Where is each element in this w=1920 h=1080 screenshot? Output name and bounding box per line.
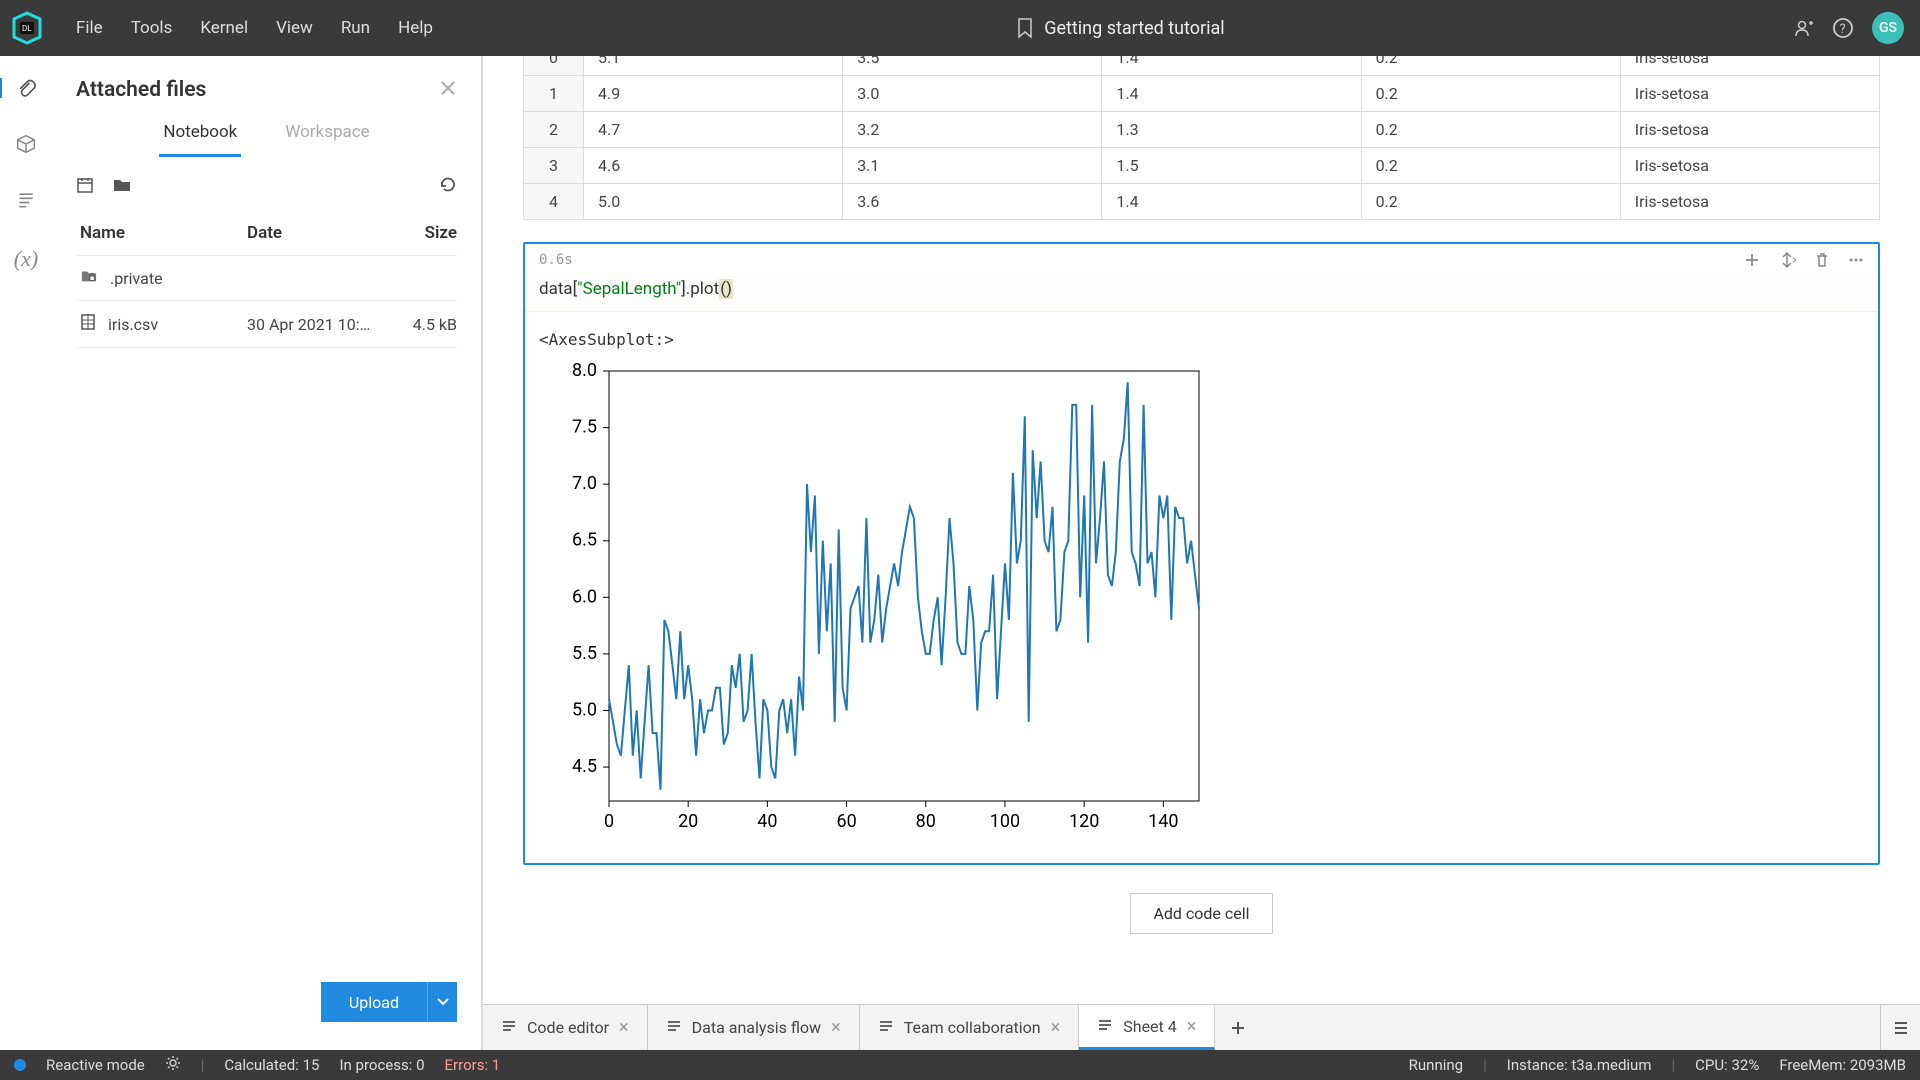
status-calculated: Calculated: 15 — [224, 1056, 319, 1074]
svg-text:20: 20 — [678, 811, 698, 832]
status-errors[interactable]: Errors: 1 — [445, 1056, 501, 1074]
svg-text:5.0: 5.0 — [572, 699, 597, 720]
sidebar-tab-notebook[interactable]: Notebook — [159, 112, 241, 157]
cell-exec-time: 0.6s — [539, 252, 573, 268]
trash-icon[interactable] — [1814, 252, 1830, 273]
table-row: 45.03.61.40.2Iris-setosa — [524, 184, 1880, 220]
file-row[interactable]: .private — [76, 256, 457, 301]
variables-icon[interactable]: (x) — [0, 246, 52, 272]
attachments-icon[interactable] — [0, 78, 50, 98]
tab-sheet-4[interactable]: Sheet 4× — [1079, 1005, 1215, 1050]
tab-menu-icon[interactable] — [1880, 1005, 1920, 1050]
sidebar-tab-workspace[interactable]: Workspace — [281, 112, 373, 157]
mode-label[interactable]: Reactive mode — [46, 1056, 145, 1074]
status-freemem: FreeMem: 2093MB — [1779, 1056, 1906, 1074]
file-row[interactable]: iris.csv30 Apr 2021 10:…4.5 kB — [76, 301, 457, 348]
svg-text:5.5: 5.5 — [572, 643, 597, 664]
folder-lock-icon — [80, 268, 98, 288]
svg-text:40: 40 — [757, 811, 777, 832]
status-cpu: CPU: 32% — [1695, 1056, 1759, 1074]
sheet-icon — [878, 1018, 894, 1037]
svg-text:?: ? — [1840, 22, 1846, 37]
sidebar-attached-files: Attached files Notebook Workspace Name Da… — [52, 56, 482, 1050]
svg-text:7.5: 7.5 — [572, 417, 597, 438]
line-chart: 4.5 5.0 5.5 6.0 6.5 7.0 7.5 8.0 0 20 40 60 80 100 120 1… — [539, 361, 1219, 841]
table-row: 34.63.11.50.2Iris-setosa — [524, 148, 1880, 184]
sheet-icon — [666, 1018, 682, 1037]
svg-text:DL: DL — [22, 24, 32, 33]
svg-text:80: 80 — [916, 811, 936, 832]
file-table-header: Name Date Size — [76, 211, 457, 256]
more-icon[interactable] — [1848, 252, 1864, 273]
outline-icon[interactable] — [0, 190, 52, 210]
avatar[interactable]: GS — [1872, 12, 1904, 44]
upload-dropdown-button[interactable] — [427, 982, 457, 1022]
code-cell[interactable]: 0.6s data["SepalLength"].plot() <AxesSub… — [523, 242, 1880, 865]
cell-output-text: <AxesSubplot:> — [525, 312, 1878, 355]
status-instance: Instance: t3a.medium — [1507, 1056, 1652, 1074]
svg-text:140: 140 — [1148, 811, 1178, 832]
table-row: 05.13.51.40.2Iris-setosa — [524, 56, 1880, 76]
status-bar: Reactive mode | Calculated: 15 In proces… — [0, 1050, 1920, 1080]
status-in-process: In process: 0 — [339, 1056, 424, 1074]
gear-icon[interactable] — [165, 1055, 181, 1075]
svg-text:120: 120 — [1069, 811, 1099, 832]
menu-kernel[interactable]: Kernel — [186, 18, 262, 38]
sheet-icon — [501, 1018, 517, 1037]
status-running: Running — [1409, 1056, 1463, 1074]
table-row: 14.93.01.40.2Iris-setosa — [524, 76, 1880, 112]
add-code-cell-button[interactable]: Add code cell — [1130, 893, 1272, 934]
close-icon[interactable]: × — [619, 1017, 629, 1038]
upload-button[interactable]: Upload — [321, 982, 427, 1022]
left-rail: (x) — [0, 56, 52, 1050]
close-icon[interactable] — [439, 79, 457, 102]
sidebar-title: Attached files — [76, 78, 206, 102]
table-row: 24.73.21.30.2Iris-setosa — [524, 112, 1880, 148]
bottom-tabs: Code editor×Data analysis flow×Team coll… — [483, 1004, 1920, 1050]
menu-view[interactable]: View — [262, 18, 327, 38]
calendar-icon[interactable] — [76, 176, 94, 199]
svg-text:6.5: 6.5 — [572, 530, 597, 551]
user-add-icon[interactable] — [1794, 18, 1814, 38]
tab-team-collaboration[interactable]: Team collaboration× — [860, 1005, 1080, 1050]
tab-data-analysis-flow[interactable]: Data analysis flow× — [648, 1005, 860, 1050]
add-tab-button[interactable] — [1215, 1005, 1261, 1050]
tab-code-editor[interactable]: Code editor× — [483, 1005, 648, 1050]
menu-tools[interactable]: Tools — [117, 18, 187, 38]
refresh-icon[interactable] — [439, 176, 457, 199]
close-icon[interactable]: × — [1187, 1016, 1197, 1037]
sheet-icon — [1097, 1017, 1113, 1036]
close-icon[interactable]: × — [1051, 1017, 1061, 1038]
help-icon[interactable]: ? — [1832, 17, 1854, 39]
close-icon[interactable]: × — [831, 1017, 841, 1038]
menu-help[interactable]: Help — [384, 18, 447, 38]
document-title: Getting started tutorial — [447, 17, 1794, 39]
code-input[interactable]: data["SepalLength"].plot() — [525, 273, 1878, 312]
svg-text:7.0: 7.0 — [572, 473, 597, 494]
svg-text:0: 0 — [604, 811, 614, 832]
cube-icon[interactable] — [0, 134, 52, 154]
file-table-icon — [80, 313, 96, 335]
bookmark-icon — [1016, 17, 1034, 39]
menu-run[interactable]: Run — [327, 18, 384, 38]
menu-file[interactable]: File — [62, 18, 117, 38]
folder-icon[interactable] — [112, 176, 132, 199]
app-logo[interactable]: DL — [10, 11, 44, 45]
mode-indicator-icon — [14, 1059, 26, 1071]
notebook-main: 05.13.51.40.2Iris-setosa14.93.01.40.2Iri… — [482, 56, 1920, 1050]
svg-text:4.5: 4.5 — [572, 756, 597, 777]
svg-text:8.0: 8.0 — [572, 361, 597, 381]
svg-text:60: 60 — [836, 811, 856, 832]
svg-text:100: 100 — [990, 811, 1020, 832]
data-preview-table: 05.13.51.40.2Iris-setosa14.93.01.40.2Iri… — [523, 56, 1880, 220]
menubar: DL FileToolsKernelViewRunHelp Getting st… — [0, 0, 1920, 56]
move-icon[interactable] — [1778, 252, 1796, 273]
svg-text:6.0: 6.0 — [572, 586, 597, 607]
add-below-icon[interactable] — [1744, 252, 1760, 273]
